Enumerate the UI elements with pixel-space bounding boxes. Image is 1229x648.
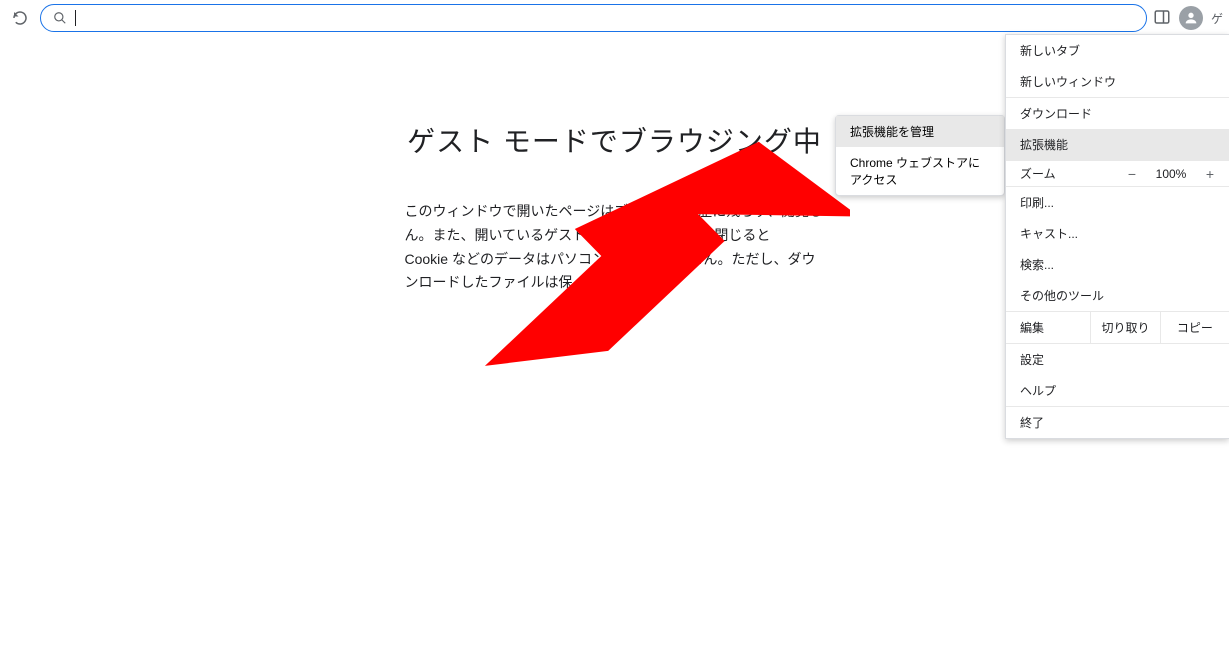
menu-extensions[interactable]: 拡張機能 [1006,129,1229,160]
page-description: このウィンドウで開いたページはブラウザの履歴に残らず、閲覧し ん。また、開いてい… [405,200,825,295]
browser-toolbar: ゲ [0,0,1229,36]
chrome-menu: 新しいタブ 新しいウィンドウ ダウンロード 拡張機能 ズーム − 100% + … [1005,34,1229,439]
submenu-manage-extensions[interactable]: 拡張機能を管理 [836,116,1004,147]
reload-button[interactable] [6,4,34,32]
body-line: ンロードしたファイルは保 [405,271,825,295]
menu-new-window[interactable]: 新しいウィンドウ [1006,66,1229,97]
zoom-in-button[interactable]: + [1199,166,1221,182]
menu-help[interactable]: ヘルプ [1006,375,1229,406]
person-icon [1183,10,1199,26]
menu-cast[interactable]: キャスト... [1006,218,1229,249]
extensions-submenu: 拡張機能を管理 Chrome ウェブストアにアクセス [835,115,1005,196]
reload-icon [11,9,29,27]
zoom-label: ズーム [1020,165,1115,182]
page-title: ゲスト モードでブラウジング中 [407,120,822,160]
zoom-out-button[interactable]: − [1121,166,1143,182]
menu-zoom-row: ズーム − 100% + [1006,161,1229,186]
zoom-value: 100% [1149,167,1193,181]
menu-exit[interactable]: 終了 [1006,407,1229,438]
profile-avatar[interactable] [1179,6,1203,30]
body-line: Cookie などのデータはパソコンに保存されません。ただし、ダウ [405,248,825,272]
menu-new-tab[interactable]: 新しいタブ [1006,35,1229,66]
edit-copy[interactable]: コピー [1161,312,1229,343]
menu-find[interactable]: 検索... [1006,249,1229,280]
menu-more-tools[interactable]: その他のツール [1006,280,1229,311]
edit-cut[interactable]: 切り取り [1091,312,1160,343]
menu-print[interactable]: 印刷... [1006,187,1229,218]
guest-label: ゲ [1211,10,1223,27]
search-icon [53,11,67,25]
menu-settings[interactable]: 設定 [1006,344,1229,375]
toolbar-right: ゲ [1153,6,1223,30]
text-cursor [75,10,76,26]
address-bar[interactable] [40,4,1147,32]
menu-downloads[interactable]: ダウンロード [1006,98,1229,129]
body-line: このウィンドウで開いたページはブラウザの履歴に残らず、閲覧し [405,200,825,224]
body-line: ん。また、開いているゲスト ウィンドウをすべて閉じると [405,224,825,248]
side-panel-icon[interactable] [1153,8,1171,29]
edit-label: 編集 [1006,312,1091,343]
submenu-chrome-web-store[interactable]: Chrome ウェブストアにアクセス [836,147,1004,195]
menu-edit-row: 編集 切り取り コピー [1006,311,1229,344]
